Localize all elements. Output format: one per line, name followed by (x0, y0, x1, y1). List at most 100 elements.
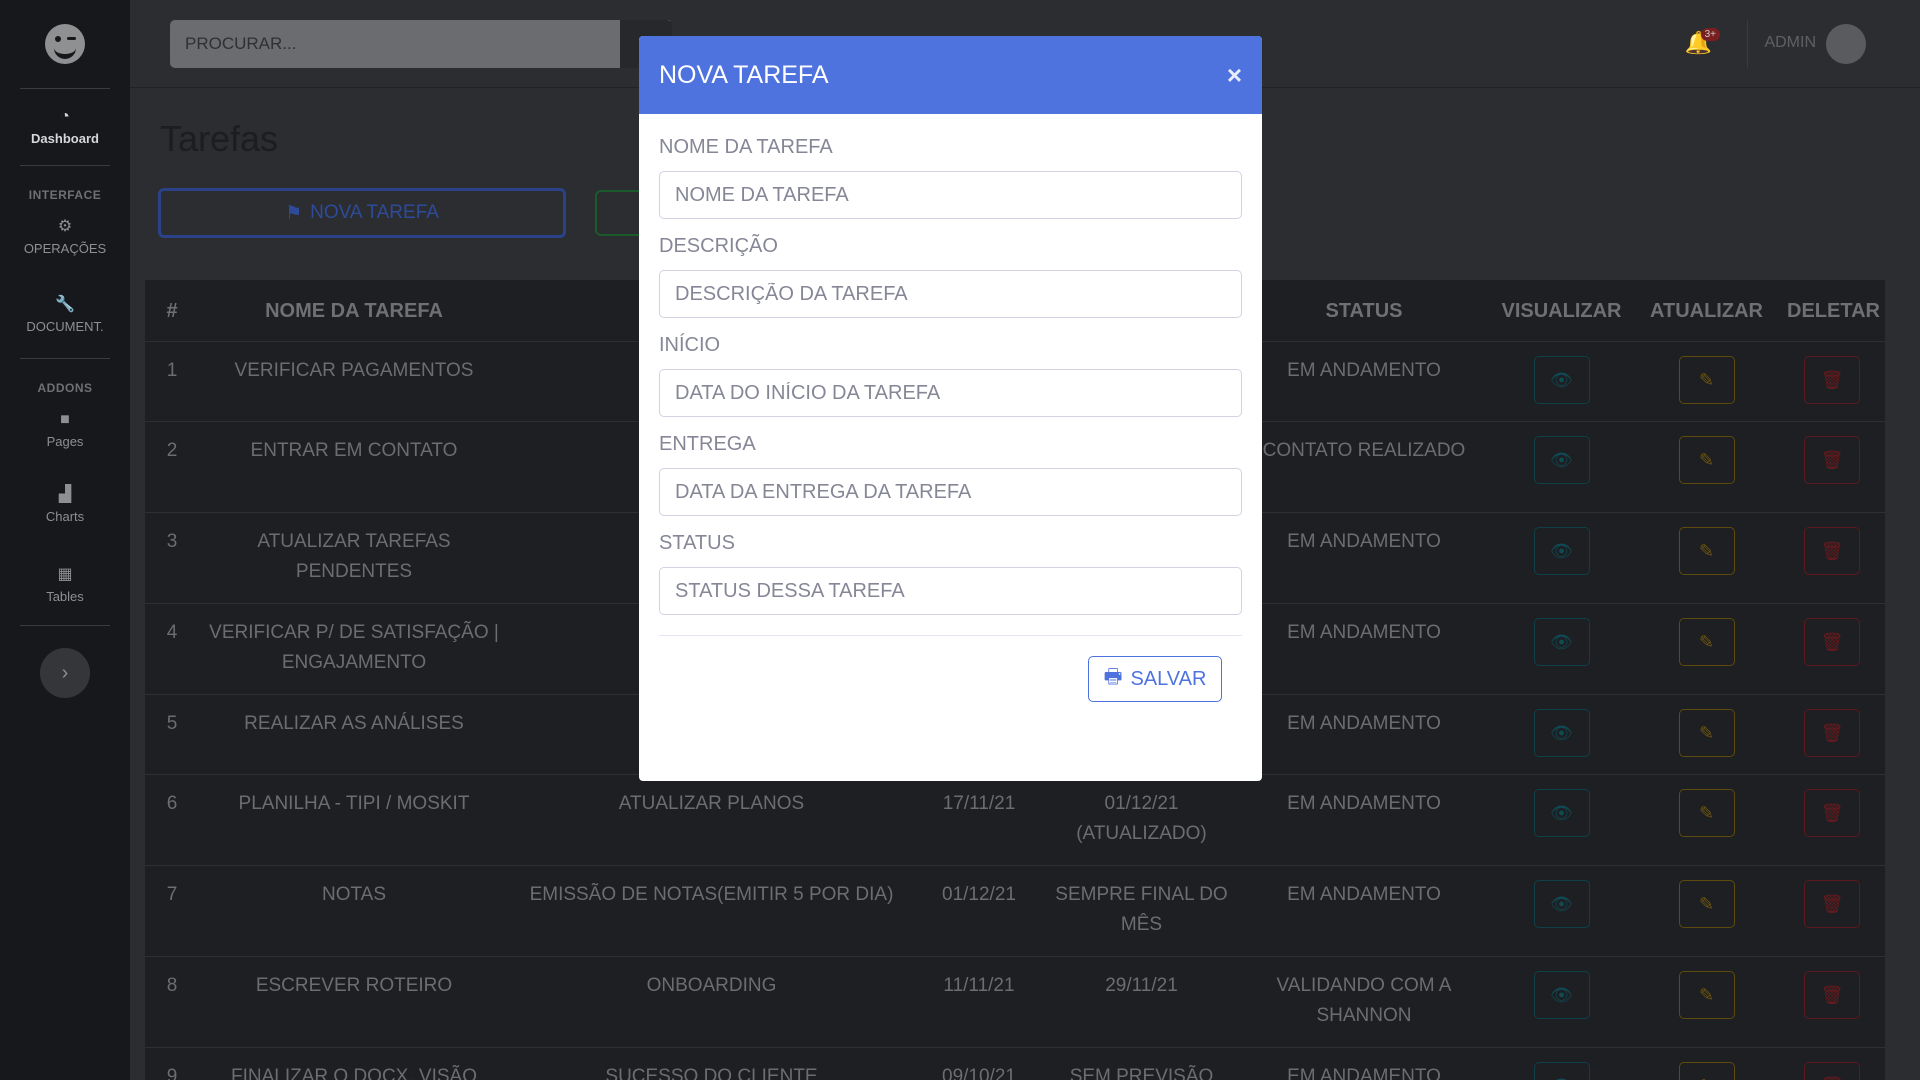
delivery-label: ENTREGA (659, 433, 756, 455)
cell-status: EM ANDAMENTO (1287, 1066, 1441, 1080)
edit-button[interactable]: ✎ (1678, 436, 1735, 484)
cell-start: 17/11/21 (942, 793, 1016, 814)
edit-button[interactable]: ✎ (1678, 618, 1735, 666)
edit-button[interactable]: ✎ (1678, 880, 1735, 928)
cell-number: 2 (166, 440, 178, 461)
task-name-input[interactable] (659, 171, 1242, 219)
trash-icon: 🗑 (1820, 985, 1844, 1005)
view-button[interactable]: 👁 (1533, 789, 1590, 837)
start-label: INÍCIO (659, 334, 721, 356)
delivery-date-input[interactable] (659, 468, 1242, 516)
cell-name: FINALIZAR O DOCX, VISÃO (231, 1066, 477, 1080)
eye-icon: 👁 (1550, 803, 1573, 823)
edit-icon: ✎ (1698, 541, 1715, 561)
user-name[interactable]: ADMIN (1764, 34, 1816, 52)
edit-icon: ✎ (1698, 985, 1715, 1005)
sidebar-item-pages[interactable]: ■ Pages (0, 395, 130, 465)
delete-button[interactable]: 🗑 (1804, 880, 1860, 928)
cell-status: EM ANDAMENTO (1287, 531, 1441, 552)
delete-button[interactable]: 🗑 (1804, 1062, 1860, 1080)
folder-icon: ■ (60, 410, 70, 428)
edit-button[interactable]: ✎ (1678, 971, 1735, 1019)
sidebar-item-dashboard[interactable]: ◔ Dashboard (0, 89, 130, 165)
edit-icon: ✎ (1698, 894, 1715, 914)
sidebar-item-operacoes[interactable]: ⚙ OPERAÇÕES (0, 202, 130, 272)
cell-delivery: 29/11/21 (1105, 975, 1178, 996)
avatar[interactable] (1826, 24, 1866, 64)
view-button[interactable]: 👁 (1533, 709, 1590, 757)
delete-button[interactable]: 🗑 (1804, 618, 1860, 666)
cell-delivery: 01/12/21 (ATUALIZADO) (1076, 793, 1207, 844)
status-input[interactable] (659, 567, 1242, 615)
search-input[interactable]: PROCURAR... (170, 20, 670, 68)
edit-icon: ✎ (1698, 723, 1715, 743)
sidebar-divider (20, 625, 110, 626)
edit-icon: ✎ (1699, 1071, 1714, 1080)
edit-button[interactable]: ✎ (1678, 789, 1735, 837)
cell-name: NOTAS (321, 884, 387, 905)
description-input[interactable] (659, 270, 1242, 318)
cell-description: ATUALIZAR PLANOS (618, 793, 805, 814)
cell-number: 1 (166, 360, 178, 381)
delete-button[interactable]: 🗑 (1804, 436, 1860, 484)
edit-button[interactable]: ✎ (1678, 1062, 1735, 1080)
cell-name: PLANILHA - TIPI / MOSKIT (238, 793, 470, 814)
view-button[interactable]: 👁 (1533, 1062, 1590, 1080)
delete-button[interactable]: 🗑 (1804, 356, 1860, 404)
view-button[interactable]: 👁 (1533, 618, 1590, 666)
delete-button[interactable]: 🗑 (1804, 971, 1860, 1019)
cell-status: CONTATO REALIZADO (1262, 440, 1466, 461)
table-row: 8 ESCREVER ROTEIRO ONBOARDING 11/11/21 29/11… (145, 957, 1885, 1048)
new-task-modal: NOVA TAREFA × NOME DA TAREFA DESCRIÇÃO I… (639, 36, 1262, 781)
start-date-input[interactable] (659, 369, 1242, 417)
table-icon: ▦ (57, 565, 73, 583)
cell-name: ATUALIZAR TAREFAS PENDENTES (257, 531, 451, 582)
flag-icon: ⚑ (285, 202, 303, 224)
delete-button[interactable]: 🗑 (1804, 527, 1860, 575)
brand-logo[interactable] (0, 0, 130, 88)
cell-name: REALIZAR AS ANÁLISES (244, 713, 464, 734)
view-button[interactable]: 👁 (1533, 880, 1590, 928)
sidebar-item-tables[interactable]: ▦ Tables (0, 545, 130, 625)
eye-icon: 👁 (1550, 541, 1573, 561)
cell-status: EM ANDAMENTO (1287, 793, 1441, 814)
sidebar-item-charts[interactable]: ▟ Charts (0, 465, 130, 545)
view-button[interactable]: 👁 (1533, 436, 1590, 484)
status-label: STATUS (659, 532, 735, 554)
trash-icon: 🗑 (1820, 541, 1844, 561)
edit-button[interactable]: ✎ (1678, 527, 1735, 575)
page-title: Tarefas (160, 118, 279, 159)
task-name-label: NOME DA TAREFA (659, 136, 833, 158)
view-button[interactable]: 👁 (1533, 527, 1590, 575)
edit-icon: ✎ (1698, 803, 1715, 823)
header-update: ATUALIZAR (1650, 299, 1763, 322)
laugh-wink-icon (45, 24, 85, 64)
close-icon[interactable]: × (1227, 60, 1242, 91)
modal-body: NOME DA TAREFA DESCRIÇÃO INÍCIO ENTREGA … (639, 114, 1262, 615)
edit-button[interactable]: ✎ (1678, 709, 1735, 757)
modal-footer: 🖶 SALVAR (659, 635, 1242, 702)
table-row: 7 NOTAS EMISSÃO DE NOTAS(EMITIR 5 POR DIA)… (145, 866, 1885, 957)
sidebar-toggle-button[interactable]: › (40, 648, 90, 698)
header-delete: DELETAR (1787, 299, 1880, 322)
cell-name: ENTRAR EM CONTATO (250, 440, 458, 461)
new-task-button[interactable]: ⚑ NOVA TAREFA (158, 188, 566, 238)
trash-icon: 🗑 (1820, 632, 1844, 652)
new-task-label: NOVA TAREFA (310, 202, 439, 223)
delete-button[interactable]: 🗑 (1804, 709, 1860, 757)
wrench-icon: 🔧 (55, 295, 75, 313)
view-button[interactable]: 👁 (1533, 971, 1590, 1019)
cell-status: EM ANDAMENTO (1287, 622, 1441, 643)
cell-delivery: SEM PREVISÃO (1069, 1066, 1214, 1080)
view-button[interactable]: 👁 (1533, 356, 1590, 404)
sidebar-item-document[interactable]: 🔧 DOCUMENT. (0, 272, 130, 358)
eye-icon: 👁 (1550, 450, 1573, 470)
cell-name: VERIFICAR P/ DE SATISFAÇÃO | ENGAJAMENTO (209, 622, 499, 673)
chevron-right-icon: › (61, 661, 69, 684)
delete-button[interactable]: 🗑 (1804, 789, 1860, 837)
save-button[interactable]: 🖶 SALVAR (1088, 656, 1222, 702)
edit-button[interactable]: ✎ (1678, 356, 1735, 404)
eye-icon: 👁 (1550, 370, 1573, 390)
sidebar-item-label: Dashboard (31, 130, 99, 146)
cell-status: VALIDANDO COM A SHANNON (1276, 975, 1452, 1026)
